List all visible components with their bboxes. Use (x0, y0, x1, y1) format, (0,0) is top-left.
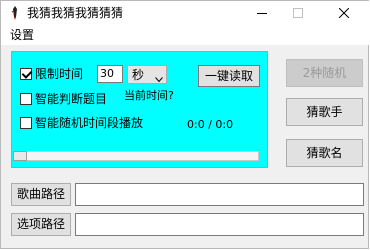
smart-random-label: 智能随机时间段播放 (35, 116, 144, 130)
window-title: 我猜我猜我猜猜猜 (27, 6, 124, 20)
song-path-field[interactable] (75, 183, 364, 206)
smart-random-checkbox[interactable] (20, 117, 32, 129)
minimize-icon[interactable] (245, 1, 279, 25)
guess-song-button[interactable]: 猜歌名 (286, 139, 363, 167)
time-readout: 0:0 / 0:0 (187, 118, 234, 131)
time-limit-input[interactable]: 30 (97, 65, 123, 83)
smart-judge-label: 智能判断题目 (35, 92, 108, 106)
song-path-button[interactable]: 歌曲路径 (11, 183, 71, 206)
limit-time-checkbox[interactable] (20, 68, 32, 80)
random2-button[interactable]: 2种随机 (286, 59, 363, 87)
limit-time-label: 限制时间 (35, 67, 84, 81)
smart-judge-checkbox[interactable] (20, 93, 32, 105)
menu-bar: 设置 (1, 25, 369, 45)
slider-thumb[interactable] (13, 151, 27, 161)
current-time-label: 当前时间? (124, 89, 174, 102)
time-unit-select[interactable]: 秒 (127, 65, 167, 84)
menu-item-settings[interactable]: 设置 (10, 28, 34, 42)
chevron-down-icon (155, 72, 163, 83)
pen-icon (10, 6, 20, 20)
option-path-field[interactable] (75, 213, 364, 236)
close-icon[interactable] (327, 1, 361, 25)
maximize-icon[interactable] (281, 1, 315, 25)
option-path-button[interactable]: 选项路径 (11, 213, 71, 236)
guess-singer-button[interactable]: 猜歌手 (286, 98, 363, 126)
progress-slider[interactable] (13, 151, 259, 161)
time-unit-value: 秒 (132, 68, 145, 82)
main-window: 我猜我猜我猜猜猜 设置 限制时间 30 秒 一键读取 智能判断题目 当前时间? … (0, 0, 369, 249)
title-bar: 我猜我猜我猜猜猜 (1, 1, 369, 25)
read-all-button[interactable]: 一键读取 (198, 65, 260, 87)
